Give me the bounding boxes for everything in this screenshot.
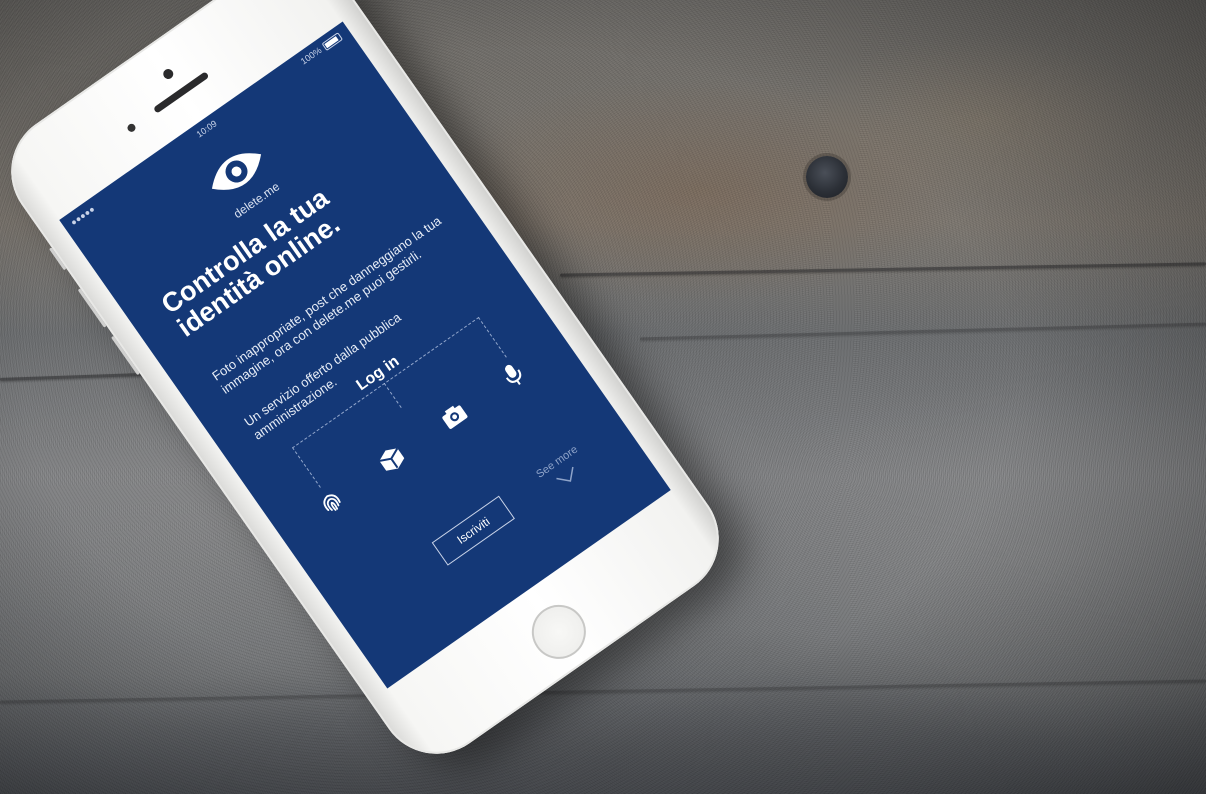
earpiece-speaker	[152, 71, 210, 114]
battery-percentage: 100%	[298, 45, 324, 67]
home-button[interactable]	[521, 594, 597, 670]
front-camera	[161, 67, 176, 81]
battery-icon	[321, 32, 344, 51]
chevron-down-icon[interactable]	[555, 466, 580, 488]
fingerprint-icon[interactable]	[310, 481, 352, 523]
proximity-sensor	[125, 122, 138, 134]
signup-button[interactable]: Iscriviti	[431, 495, 515, 566]
